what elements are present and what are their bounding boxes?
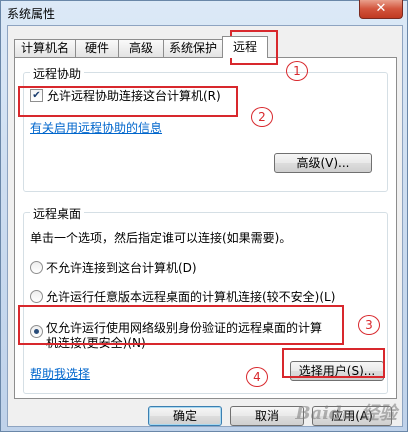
ok-button[interactable]: 确定 <box>148 406 222 426</box>
remote-desktop-instruction: 单击一个选项，然后指定谁可以连接(如果需要)。 <box>30 231 292 245</box>
advanced-button[interactable]: 高级(V)... <box>274 153 372 173</box>
cancel-button[interactable]: 取消 <box>230 406 304 426</box>
annotation-box-allow-checkbox <box>18 86 238 117</box>
window-title: 系统属性 <box>7 7 56 21</box>
help-me-choose-link[interactable]: 帮助我选择 <box>30 365 90 382</box>
remote-assistance-info-link[interactable]: 有关启用远程协助的信息 <box>30 119 162 136</box>
annotation-box-select-users <box>282 348 385 378</box>
annotation-marker-4: 4 <box>246 367 268 387</box>
tab-remote[interactable]: 远程 <box>222 36 268 58</box>
tab-hardware[interactable]: 硬件 <box>75 39 119 57</box>
watermark-logo: Baidu 经验 <box>295 403 397 424</box>
annotation-marker-3: 3 <box>358 315 380 335</box>
radio-no-connect[interactable] <box>30 261 43 274</box>
system-properties-window: 系统属性 ✕ 计算机名 硬件 高级 系统保护 远程 远程协助 ✔ 允许远程协助连… <box>0 0 408 432</box>
radio-any-version[interactable] <box>30 290 43 303</box>
annotation-box-nla-option <box>18 305 344 345</box>
remote-desktop-title: 远程桌面 <box>30 205 85 222</box>
radio-any-version-label[interactable]: 允许运行任意版本远程桌面的计算机连接(较不安全)(L) <box>46 288 335 305</box>
close-button[interactable]: ✕ <box>359 0 403 19</box>
tab-system-protection[interactable]: 系统保护 <box>163 39 223 57</box>
tab-advanced[interactable]: 高级 <box>118 39 164 57</box>
tab-computer-name[interactable]: 计算机名 <box>14 39 76 57</box>
annotation-marker-1: 1 <box>286 61 308 81</box>
remote-assistance-title: 远程协助 <box>30 65 85 82</box>
annotation-marker-2: 2 <box>251 107 273 127</box>
title-bar: 系统属性 ✕ <box>1 0 407 25</box>
radio-no-connect-label[interactable]: 不允许连接到这台计算机(D) <box>46 259 197 276</box>
